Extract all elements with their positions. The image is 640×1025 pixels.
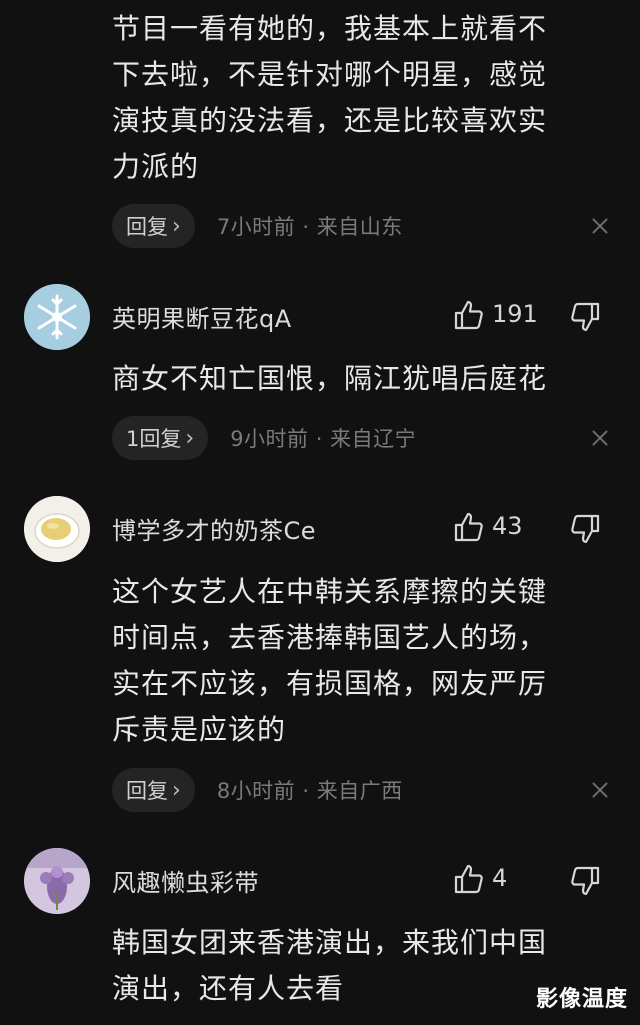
comment-text-line: 实在不应该，有损国格，网友严厉 xyxy=(112,667,548,700)
username[interactable]: 英明果断豆花qA xyxy=(112,299,292,334)
like-count: 43 xyxy=(492,512,523,540)
comment-text-line: 这个女艺人在中韩关系摩擦的关键 xyxy=(112,575,548,608)
comment-time-location: 9小时前 · 来自辽宁 xyxy=(230,427,417,451)
comment-meta-row: 1回复 › 9小时前 · 来自辽宁 xyxy=(112,416,616,460)
comment-text-line: 斥责是应该的 xyxy=(112,713,287,746)
reply-button[interactable]: 1回复 › xyxy=(112,416,209,460)
comment-meta-row: 回复 › 7小时前 · 来自山东 xyxy=(112,204,616,248)
tea-cup-avatar[interactable] xyxy=(24,496,90,562)
thumbs-up-icon[interactable] xyxy=(452,510,486,544)
thumbs-up-icon[interactable] xyxy=(452,862,486,896)
username[interactable]: 博学多才的奶茶Ce xyxy=(112,511,316,546)
flower-avatar[interactable] xyxy=(24,848,90,914)
comment-header: 风趣懒虫彩带 4 xyxy=(0,848,640,914)
comment-header: 英明果断豆花qA 191 xyxy=(0,284,640,350)
comment-text-line: 演技真的没法看，还是比较喜欢实 xyxy=(112,104,548,137)
comment-time-location: 7小时前 · 来自山东 xyxy=(216,215,403,239)
watermark: 影像温度 xyxy=(535,987,628,1012)
comment-text-line: 韩国女团来香港演出，来我们中国 xyxy=(112,926,548,959)
thumbs-down-icon[interactable] xyxy=(568,864,602,898)
thumbs-up-icon[interactable] xyxy=(452,298,486,332)
thumbs-down-icon[interactable] xyxy=(568,300,602,334)
like-count: 191 xyxy=(492,300,538,328)
snowflake-avatar[interactable] xyxy=(24,284,90,350)
reply-button[interactable]: 回复 › xyxy=(112,204,195,248)
comment-text-line: 节目一看有她的，我基本上就看不 xyxy=(112,12,548,45)
comment-text-line: 时间点，去香港捧韩国艺人的场， xyxy=(112,621,548,654)
chevron-right-icon: › xyxy=(185,425,195,451)
comment-text: 这个女艺人在中韩关系摩擦的关键 时间点，去香港捧韩国艺人的场， 实在不应该，有损… xyxy=(112,569,612,753)
comment-text: 商女不知亡国恨，隔江犹唱后庭花 xyxy=(112,356,612,402)
reply-label: 1回复 xyxy=(126,427,182,451)
chevron-right-icon: › xyxy=(172,213,181,239)
comment-time-location: 8小时前 · 来自广西 xyxy=(216,779,403,803)
reply-label: 回复 xyxy=(126,215,168,239)
close-icon[interactable] xyxy=(586,424,614,452)
reply-button[interactable]: 回复 › xyxy=(112,768,195,812)
close-icon[interactable] xyxy=(586,212,614,240)
comment-text-line: 下去啦，不是针对哪个明星，感觉 xyxy=(112,58,548,91)
comment-text: 节目一看有她的，我基本上就看不 下去啦，不是针对哪个明星，感觉 演技真的没法看，… xyxy=(112,6,612,190)
close-icon[interactable] xyxy=(586,776,614,804)
comment-text-line: 商女不知亡国恨，隔江犹唱后庭花 xyxy=(112,362,548,395)
username[interactable]: 风趣懒虫彩带 xyxy=(112,863,259,898)
chevron-right-icon: › xyxy=(172,777,181,803)
comment-text-line: 力派的 xyxy=(112,150,200,183)
comment-header: 博学多才的奶茶Ce 43 xyxy=(0,496,640,562)
thumbs-down-icon[interactable] xyxy=(568,512,602,546)
reply-label: 回复 xyxy=(126,779,168,803)
comment-meta-row: 回复 › 8小时前 · 来自广西 xyxy=(112,768,616,812)
like-count: 4 xyxy=(492,864,508,892)
